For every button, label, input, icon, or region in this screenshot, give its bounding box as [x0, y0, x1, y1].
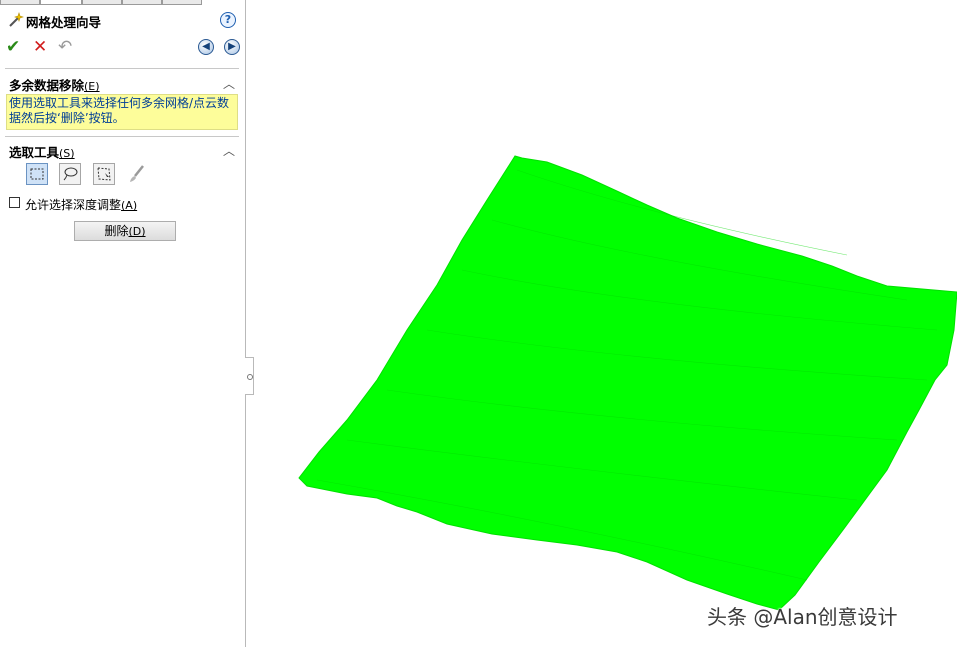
- back-arrow-icon[interactable]: ◀: [198, 39, 214, 55]
- section-shortcut: (E): [84, 80, 100, 93]
- tab-configuration-manager[interactable]: [82, 0, 122, 5]
- selection-tools-row: [26, 163, 156, 189]
- property-manager-panel: 网格处理向导 ? ✔ ✕ ↶ ◀ ▶ 多余数据移除(E) ︿ 使用选取工具来选择…: [0, 0, 246, 647]
- section-divider: [5, 136, 239, 137]
- paint-brush-select-icon[interactable]: [126, 163, 148, 185]
- collapse-chevron-icon[interactable]: ︿: [223, 142, 235, 159]
- section-title-remove: 多余数据移除(E): [9, 78, 100, 93]
- lasso-select-icon: [63, 167, 78, 181]
- instruction-message: 使用选取工具来选择任何多余网格/点云数据然后按‘删除’按钮。: [6, 94, 238, 130]
- mesh-surface[interactable]: [247, 0, 957, 647]
- watermark-text: 头条 @Alan创意设计: [707, 605, 898, 629]
- depth-adjust-checkbox[interactable]: [9, 197, 20, 208]
- forward-arrow-icon[interactable]: ▶: [224, 39, 240, 55]
- polygon-select-icon: [97, 167, 111, 181]
- section-shortcut: (S): [59, 147, 75, 160]
- polygon-select-tool-button[interactable]: [93, 163, 115, 185]
- section-divider: [5, 68, 239, 69]
- panel-title-row: 网格处理向导 ?: [6, 11, 238, 30]
- graphics-viewport[interactable]: 头条 @Alan创意设计: [247, 0, 957, 647]
- mesh-surface-shape[interactable]: [298, 155, 957, 611]
- help-icon[interactable]: ?: [220, 12, 236, 28]
- tab-property-manager[interactable]: [40, 0, 82, 5]
- panel-tab-strip: [0, 0, 205, 6]
- delete-button[interactable]: 删除(D): [74, 221, 176, 241]
- ok-check-icon[interactable]: ✔: [6, 38, 24, 56]
- box-select-icon: [30, 168, 44, 180]
- tab-dimxpert-manager[interactable]: [122, 0, 162, 5]
- box-select-tool-button[interactable]: [26, 163, 48, 185]
- wizard-wand-icon: [9, 12, 24, 27]
- depth-adjust-label: 允许选择深度调整(A): [25, 198, 138, 212]
- action-row: ✔ ✕ ↶ ◀ ▶: [6, 38, 242, 58]
- section-title-tools: 选取工具(S): [9, 145, 75, 160]
- section-header-remove[interactable]: 多余数据移除(E) ︿: [9, 75, 237, 93]
- tab-feature-manager[interactable]: [0, 0, 40, 5]
- collapse-chevron-icon[interactable]: ︿: [223, 75, 235, 92]
- tab-display-manager[interactable]: [162, 0, 202, 5]
- lasso-select-tool-button[interactable]: [59, 163, 81, 185]
- undo-icon[interactable]: ↶: [58, 38, 78, 56]
- depth-adjust-option[interactable]: 允许选择深度调整(A): [9, 196, 229, 212]
- section-header-tools[interactable]: 选取工具(S) ︿: [9, 142, 237, 160]
- cancel-x-icon[interactable]: ✕: [33, 38, 51, 56]
- panel-title: 网格处理向导: [26, 15, 102, 30]
